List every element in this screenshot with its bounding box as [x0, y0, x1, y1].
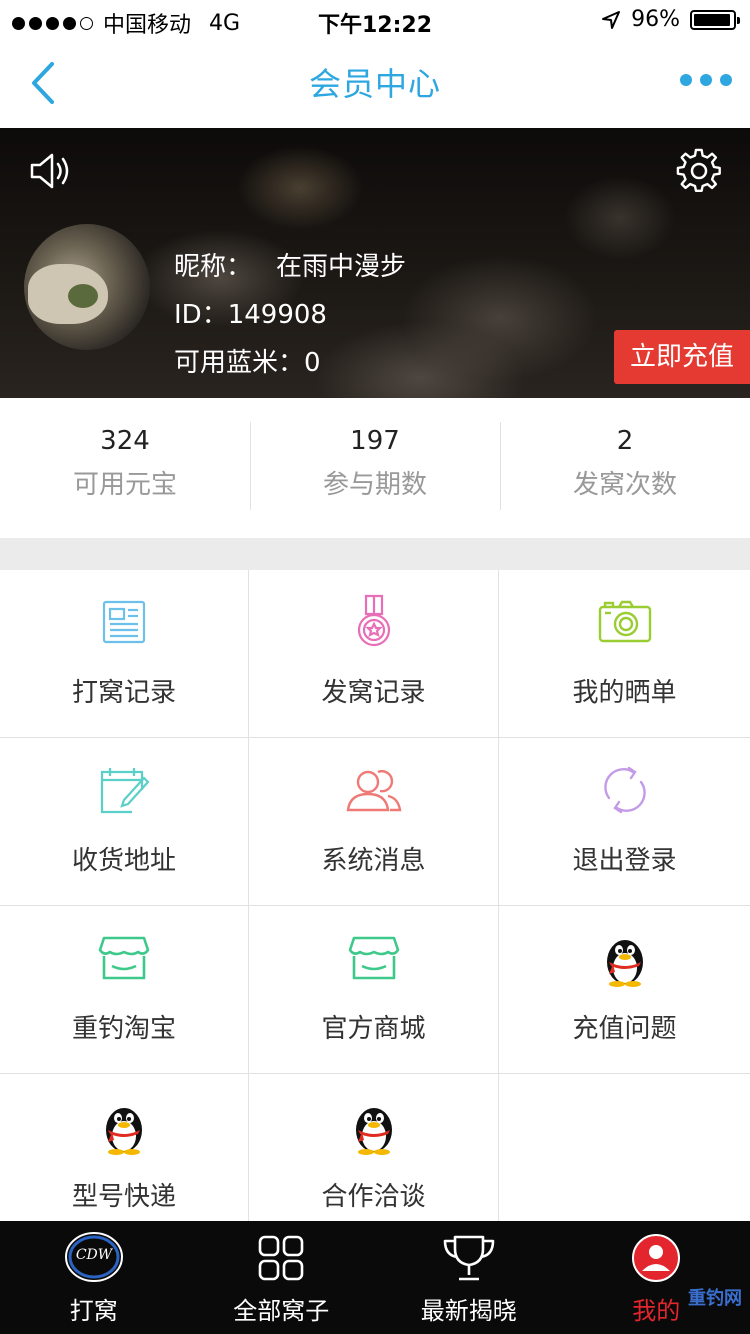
menu-item-label: 打窝记录	[71, 678, 176, 708]
nickname-row: 昵称： 在雨中漫步	[174, 246, 406, 283]
menu-item-recharge-help[interactable]: 充值问题	[499, 906, 750, 1074]
section-divider	[0, 538, 750, 570]
nickname-value: 在雨中漫步	[276, 252, 407, 282]
trophy-icon	[443, 1235, 495, 1281]
menu-item-label: 我的晒单	[572, 678, 677, 708]
fishing-logo-icon: CDW	[64, 1232, 123, 1282]
menu-item-label: 系统消息	[321, 846, 426, 876]
grid-icon	[258, 1235, 304, 1281]
page-title: 会员中心	[308, 65, 441, 103]
tab-label: 最新揭晓	[420, 1297, 517, 1325]
tab-all-spots[interactable]: 全部窝子	[188, 1221, 376, 1334]
stat-periods[interactable]: 197 参与期数	[250, 398, 500, 538]
battery-icon	[690, 9, 740, 30]
calendar-edit-icon	[100, 768, 150, 814]
recharge-button[interactable]: 立即充值	[614, 330, 750, 384]
location-arrow-icon	[602, 10, 621, 29]
tab-bar: CDW 打窝 全部窝子 最新揭晓 我的	[0, 1221, 750, 1334]
menu-item-post-records[interactable]: 发窝记录	[249, 570, 499, 738]
medal-icon	[357, 594, 390, 647]
qq-penguin-icon	[106, 1108, 142, 1155]
avatar[interactable]	[24, 224, 150, 350]
status-bar: 中国移动 4G 下午12:22 96%	[0, 0, 750, 40]
menu-item-my-shares[interactable]: 我的晒单	[499, 570, 750, 738]
menu-item-label: 退出登录	[572, 846, 677, 876]
camera-icon	[598, 600, 651, 643]
svg-text:CDW: CDW	[76, 1247, 114, 1263]
more-options-icon[interactable]	[680, 74, 732, 86]
qq-penguin-icon	[355, 1108, 392, 1155]
battery-percent: 96%	[631, 7, 680, 32]
navigation-bar: 会员中心	[0, 40, 750, 128]
menu-item-label: 收货地址	[71, 846, 176, 876]
menu-item-label: 充值问题	[572, 1014, 677, 1044]
menu-item-label: 官方商城	[321, 1014, 426, 1044]
user-icon	[632, 1234, 681, 1282]
stats-row: 324 可用元宝 197 参与期数 2 发窝次数	[0, 398, 750, 538]
user-id: ID：149908	[174, 300, 327, 330]
watermark: 重钓网	[688, 1288, 742, 1309]
menu-grid: 打窝记录 发窝记录 我的晒单 收货地址 系统消息 退出登录 重钓淘宝 官方商城 …	[0, 570, 750, 1242]
menu-item-label: 重钓淘宝	[71, 1014, 176, 1044]
stat-label: 可用元宝	[72, 470, 177, 500]
refresh-icon	[603, 766, 646, 814]
gear-icon[interactable]	[676, 148, 722, 194]
profile-banner: 昵称： 在雨中漫步 ID：149908 可用蓝米：0 立即充值	[0, 128, 750, 398]
tab-label: 全部窝子	[233, 1297, 330, 1325]
menu-item-empty	[499, 1074, 750, 1242]
menu-item-fishing-records[interactable]: 打窝记录	[0, 570, 249, 738]
tab-mine[interactable]: 我的	[563, 1221, 750, 1334]
menu-item-label: 发窝记录	[321, 678, 426, 708]
users-icon	[346, 770, 401, 812]
qq-penguin-icon	[606, 940, 643, 987]
stat-value: 2	[616, 426, 634, 456]
menu-item-express[interactable]: 型号快递	[0, 1074, 249, 1242]
speaker-icon[interactable]	[28, 150, 74, 192]
stat-label: 发窝次数	[572, 470, 677, 500]
stat-posts[interactable]: 2 发窝次数	[500, 398, 750, 538]
menu-item-taobao[interactable]: 重钓淘宝	[0, 906, 249, 1074]
tab-label: 打窝	[69, 1297, 118, 1325]
stat-value: 197	[350, 426, 400, 456]
stat-ingots[interactable]: 324 可用元宝	[0, 398, 250, 538]
menu-item-messages[interactable]: 系统消息	[249, 738, 499, 906]
menu-item-cooperation[interactable]: 合作洽谈	[249, 1074, 499, 1242]
menu-item-logout[interactable]: 退出登录	[499, 738, 750, 906]
menu-item-label: 合作洽谈	[321, 1182, 426, 1212]
menu-item-address[interactable]: 收货地址	[0, 738, 249, 906]
news-icon	[102, 600, 146, 644]
menu-item-official-store[interactable]: 官方商城	[249, 906, 499, 1074]
tab-fishing[interactable]: CDW 打窝	[0, 1221, 188, 1334]
balance-text: 可用蓝米：0	[174, 348, 321, 378]
shop-icon	[348, 936, 399, 980]
nickname-label: 昵称：	[174, 252, 253, 282]
shop-icon	[98, 936, 150, 980]
menu-item-label: 型号快递	[71, 1182, 176, 1212]
stat-value: 324	[100, 426, 150, 456]
tab-latest-results[interactable]: 最新揭晓	[375, 1221, 563, 1334]
stat-label: 参与期数	[322, 470, 427, 500]
